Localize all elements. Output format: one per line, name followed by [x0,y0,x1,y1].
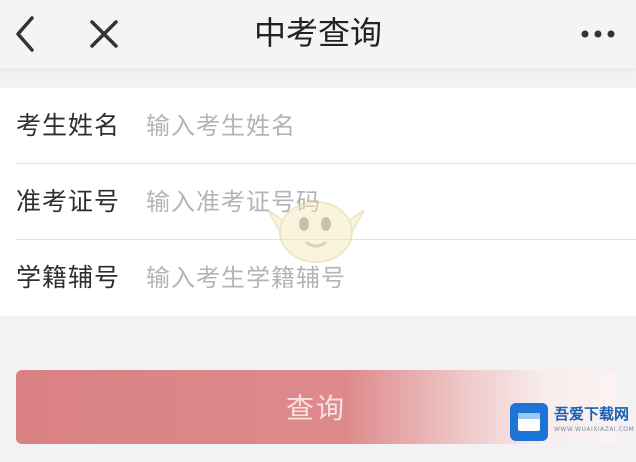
student-registry-input[interactable] [146,258,616,298]
mascot-watermark-icon [267,201,365,263]
student-name-input[interactable] [146,106,616,146]
admission-number-label: 准考证号 [16,187,121,216]
page-title: 中考查询 [253,14,382,52]
student-name-label: 考生姓名 [16,111,121,140]
more-button[interactable] [578,14,618,54]
form-row-student-name: 考生姓名 [0,88,636,164]
box-icon [518,413,540,431]
logo-box-icon [510,403,548,441]
watermark-site-logo: 吾爱下载网 WWW.WUAIXIAZAI.COM [510,400,634,444]
more-horizontal-icon [581,30,615,38]
top-navigation-bar: 中考查询 [0,0,636,68]
student-registry-label: 学籍辅号 [16,263,121,292]
admission-number-input[interactable] [146,182,616,222]
logo-domain: WWW.WUAIXIAZAI.COM [554,426,635,433]
logo-name: 吾爱下载网 [554,405,630,423]
